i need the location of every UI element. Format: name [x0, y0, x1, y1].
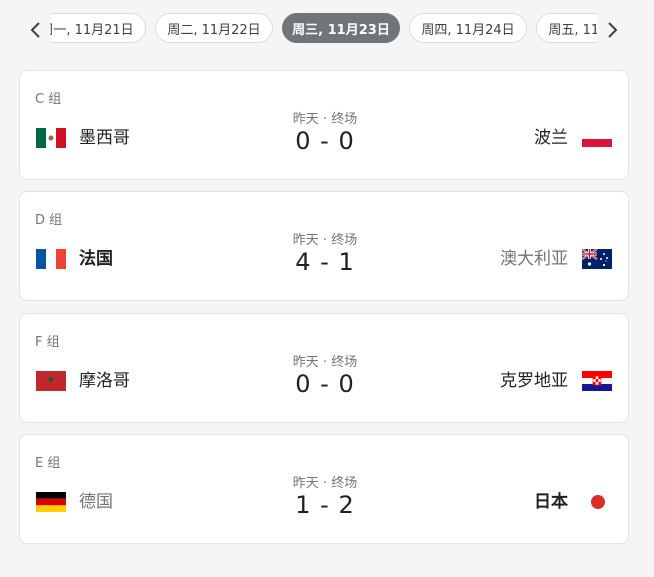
- match-status: 昨天 · 终场: [292, 355, 358, 370]
- away-team-name: 澳大利亚: [500, 249, 568, 269]
- match-status: 昨天 · 终场: [292, 476, 358, 491]
- croatia-flag-icon: [582, 371, 612, 391]
- match-status: 昨天 · 终场: [292, 112, 358, 127]
- group-label: D 组: [35, 213, 63, 228]
- match-card[interactable]: D 组 法国 昨天 · 终场 4 - 1 澳大利亚: [19, 191, 629, 301]
- match-card[interactable]: E 组 德国 昨天 · 终场 1 - 2 日本: [19, 434, 629, 544]
- australia-flag-icon: [582, 249, 612, 269]
- date-tab[interactable]: 周二, 11月22日: [155, 13, 273, 43]
- date-tab[interactable]: 周四, 11月24日: [409, 13, 527, 43]
- date-tab[interactable]: 周一, 11月21日: [50, 13, 146, 43]
- away-team-name: 波兰: [534, 128, 568, 148]
- date-tab[interactable]: 周五, 11月25日: [536, 13, 597, 43]
- date-tabs: 周一, 11月21日 周二, 11月22日 周三, 11月23日 周四, 11月…: [50, 13, 597, 43]
- japan-flag-icon: [591, 495, 605, 509]
- match-status: 昨天 · 终场: [292, 233, 358, 248]
- date-tabs-viewport: 周一, 11月21日 周二, 11月22日 周三, 11月23日 周四, 11月…: [50, 13, 597, 47]
- group-label: E 组: [35, 456, 61, 471]
- group-label: F 组: [35, 335, 60, 350]
- away-team-name: 日本: [534, 492, 568, 512]
- chevron-left-icon[interactable]: [24, 17, 46, 43]
- match-card[interactable]: F 组 摩洛哥 昨天 · 终场 0 - 0 克罗地亚: [19, 313, 629, 423]
- poland-flag-icon: [582, 131, 612, 147]
- match-card[interactable]: C 组 墨西哥 昨天 · 终场 0 - 0 波兰: [19, 70, 629, 180]
- group-label: C 组: [35, 92, 62, 107]
- chevron-right-icon[interactable]: [602, 17, 624, 43]
- date-navigation: 周一, 11月21日 周二, 11月22日 周三, 11月23日 周四, 11月…: [0, 0, 654, 62]
- away-team-name: 克罗地亚: [500, 371, 568, 391]
- date-tab-active[interactable]: 周三, 11月23日: [282, 13, 400, 43]
